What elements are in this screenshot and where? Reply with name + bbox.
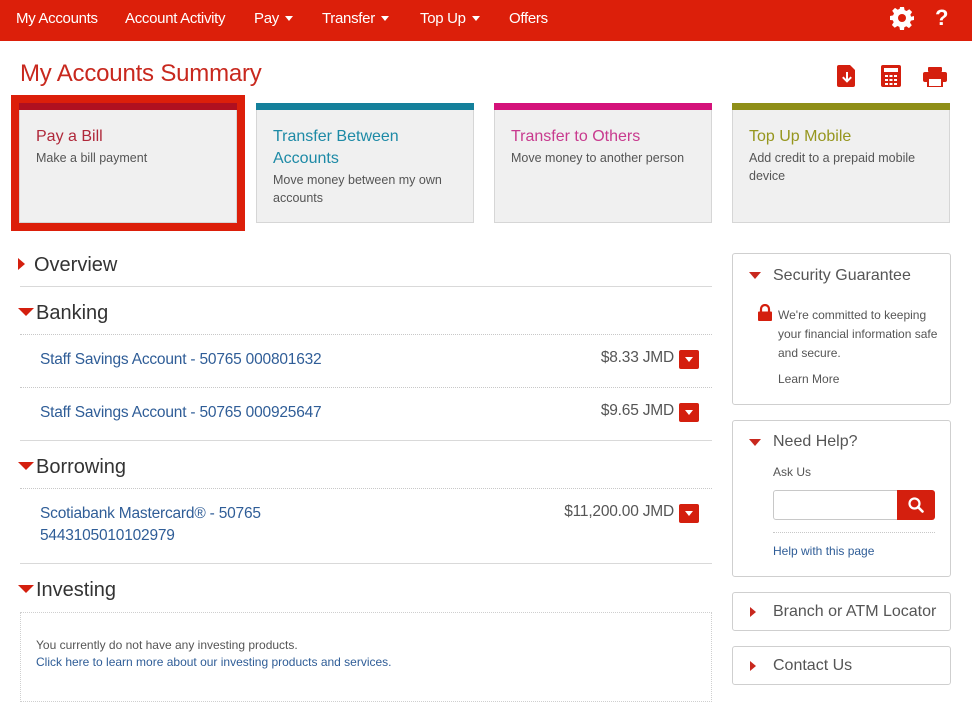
nav-account-activity[interactable]: Account Activity <box>125 10 226 27</box>
contact-us-title: Contact Us <box>773 657 853 674</box>
divider <box>20 563 712 564</box>
investing-empty-panel: You currently do not have any investing … <box>20 612 712 702</box>
divider <box>20 488 712 489</box>
divider <box>20 334 712 335</box>
account-actions-dropdown[interactable] <box>679 350 699 369</box>
nav-pay-label: Pay <box>254 10 279 27</box>
divider <box>20 440 712 441</box>
card-color-bar <box>19 103 237 110</box>
section-borrowing-label: Borrowing <box>36 456 127 478</box>
nav-top-up[interactable]: Top Up <box>420 10 480 27</box>
section-investing[interactable]: Investing <box>18 579 116 602</box>
section-borrowing[interactable]: Borrowing <box>18 456 126 479</box>
account-link-mastercard[interactable]: Scotiabank Mastercard® - 50765 544310501… <box>40 503 261 547</box>
caret-down-icon[interactable] <box>749 272 761 279</box>
card-description: Add credit to a prepaid mobile device <box>749 151 916 183</box>
lock-icon <box>757 303 773 326</box>
branch-atm-locator-title: Branch or ATM Locator <box>773 603 937 620</box>
section-investing-label: Investing <box>36 579 117 601</box>
ask-us-label: Ask Us <box>773 465 812 479</box>
caret-right-icon <box>750 607 756 617</box>
investing-empty-text: You currently do not have any investing … <box>36 638 298 652</box>
ask-us-input[interactable] <box>773 490 898 520</box>
search-icon <box>908 497 924 518</box>
help-icon[interactable]: ? <box>935 5 948 31</box>
nav-offers[interactable]: Offers <box>509 10 548 27</box>
caret-right-icon <box>18 257 25 270</box>
account-link-savings-2[interactable]: Staff Savings Account - 50765 000925647 <box>40 402 322 424</box>
need-help-title[interactable]: Need Help? <box>773 433 858 451</box>
need-help-panel: Need Help? Ask Us Help with this page <box>732 420 951 577</box>
section-overview[interactable]: Overview <box>18 254 117 277</box>
divider <box>20 286 712 287</box>
account-link-savings-1[interactable]: Staff Savings Account - 50765 000801632 <box>40 349 322 371</box>
quick-action-top-up[interactable]: Top Up Mobile Add credit to a prepaid mo… <box>732 103 950 223</box>
card-title: Transfer to Others <box>511 128 641 145</box>
nav-my-accounts[interactable]: My Accounts <box>16 10 98 27</box>
security-guarantee-title[interactable]: Security Guarantee <box>773 267 911 285</box>
card-description: Make a bill payment <box>36 151 148 165</box>
account-balance: $9.65 JMD <box>600 402 674 419</box>
caret-down-icon[interactable] <box>749 439 761 446</box>
download-pdf-icon[interactable] <box>837 65 857 92</box>
security-text-line: your financial information safe <box>778 327 938 341</box>
section-banking[interactable]: Banking <box>18 302 108 325</box>
nav-top-up-label: Top Up <box>420 10 466 27</box>
card-color-bar <box>256 103 474 110</box>
quick-action-pay-bill[interactable]: Pay a Bill Make a bill payment <box>11 95 245 231</box>
card-color-bar <box>732 103 950 110</box>
security-guarantee-text: We're committed to keeping your financia… <box>778 306 948 363</box>
card-color-bar <box>494 103 712 110</box>
top-navigation-bar: My Accounts Account Activity Pay Transfe… <box>0 0 972 41</box>
chevron-down-icon <box>471 15 480 21</box>
security-text-line: We're committed to keeping <box>778 308 927 322</box>
nav-transfer[interactable]: Transfer <box>322 10 389 27</box>
nav-pay[interactable]: Pay <box>254 10 293 27</box>
chevron-down-icon <box>380 15 389 21</box>
account-balance: $11,200.00 JMD <box>564 503 674 520</box>
help-with-page-link[interactable]: Help with this page <box>773 542 874 561</box>
calculator-icon[interactable] <box>881 65 901 92</box>
security-learn-more-link[interactable]: Learn More <box>778 370 839 389</box>
account-actions-dropdown[interactable] <box>679 504 699 523</box>
search-button[interactable] <box>897 490 935 520</box>
page-title: My Accounts Summary <box>20 60 262 87</box>
quick-action-transfer-between[interactable]: Transfer Between Accounts Move money bet… <box>256 103 474 223</box>
divider <box>20 387 712 388</box>
section-banking-label: Banking <box>36 302 109 324</box>
chevron-down-icon <box>284 15 293 21</box>
card-description: Move money between my own accounts <box>273 173 442 205</box>
account-actions-dropdown[interactable] <box>679 403 699 422</box>
contact-us-panel[interactable]: Contact Us <box>732 646 951 685</box>
print-icon[interactable] <box>923 67 947 92</box>
caret-down-icon <box>18 461 34 470</box>
account-name-line2: 5443105010102979 <box>40 527 175 544</box>
security-guarantee-panel: Security Guarantee We're committed to ke… <box>732 253 951 405</box>
quick-action-transfer-others[interactable]: Transfer to Others Move money to another… <box>494 103 712 223</box>
account-balance: $8.33 JMD <box>600 349 674 366</box>
gear-icon[interactable] <box>890 6 914 35</box>
branch-atm-locator-panel[interactable]: Branch or ATM Locator <box>732 592 951 631</box>
caret-down-icon <box>18 307 34 316</box>
account-name-line1: Scotiabank Mastercard® - 50765 <box>40 505 261 522</box>
card-title: Transfer Between Accounts <box>273 128 399 167</box>
investing-learn-more-link[interactable]: Click here to learn more about our inves… <box>36 654 392 671</box>
nav-transfer-label: Transfer <box>322 10 375 27</box>
card-title: Pay a Bill <box>36 128 103 145</box>
divider <box>773 532 935 533</box>
security-text-line: and secure. <box>778 346 841 360</box>
section-overview-label: Overview <box>34 254 118 276</box>
card-description: Move money to another person <box>511 151 685 165</box>
card-title: Top Up Mobile <box>749 128 852 145</box>
caret-down-icon <box>18 584 34 593</box>
caret-right-icon <box>750 661 756 671</box>
